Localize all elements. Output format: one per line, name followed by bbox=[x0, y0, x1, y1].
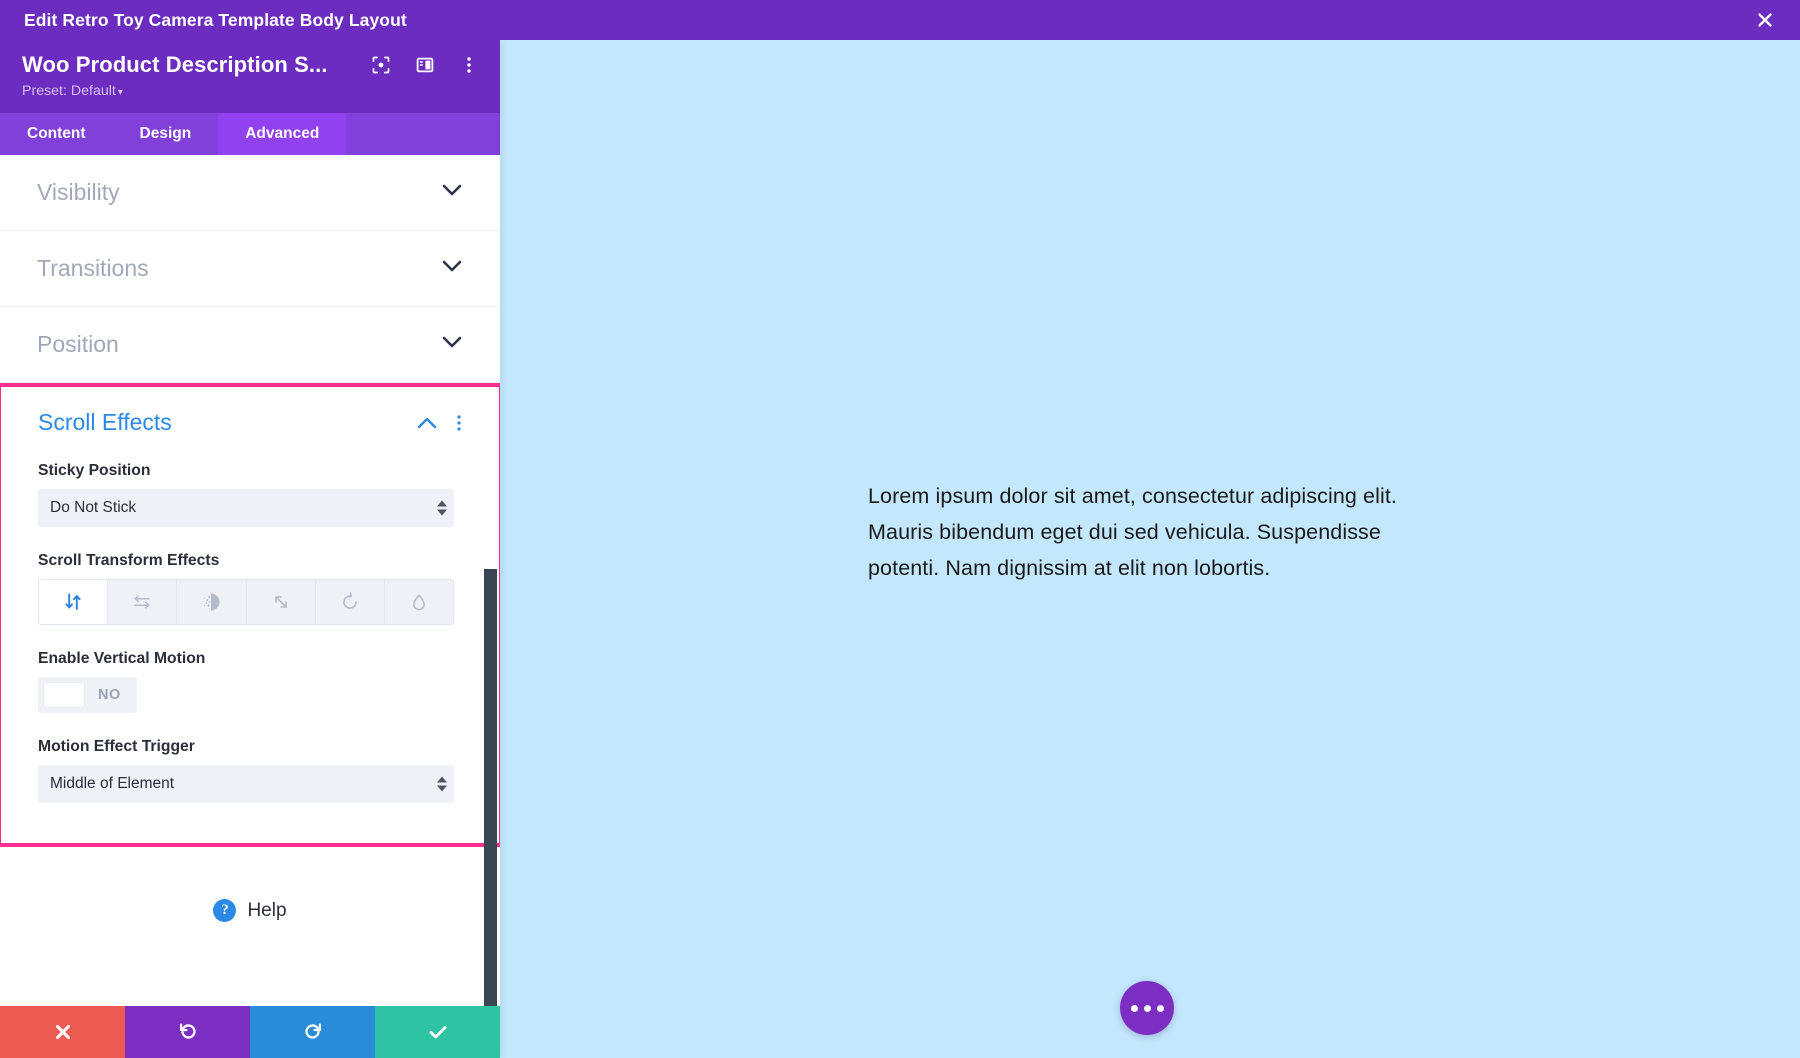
ellipsis-icon-dot bbox=[1156, 1004, 1164, 1012]
sticky-position-value: Do Not Stick bbox=[50, 499, 137, 516]
rotate-icon[interactable] bbox=[315, 579, 385, 625]
tab-design[interactable]: Design bbox=[113, 113, 219, 155]
close-icon[interactable] bbox=[1752, 7, 1778, 33]
help-label: Help bbox=[247, 899, 287, 921]
preset-label: Preset: Default bbox=[22, 83, 116, 99]
vertical-dots-icon[interactable] bbox=[458, 54, 480, 76]
vertical-dots-icon[interactable] bbox=[456, 413, 462, 433]
tab-advanced[interactable]: Advanced bbox=[218, 113, 347, 155]
layout-panel-icon[interactable] bbox=[414, 54, 436, 76]
ellipsis-icon-dot bbox=[1130, 1004, 1138, 1012]
window-title: Edit Retro Toy Camera Template Body Layo… bbox=[24, 9, 407, 30]
focus-target-icon[interactable] bbox=[370, 54, 392, 76]
motion-effect-trigger-label: Motion Effect Trigger bbox=[38, 738, 195, 755]
scroll-transform-effects-group bbox=[38, 579, 455, 625]
page-settings-fab[interactable] bbox=[1120, 981, 1174, 1035]
accordion-transitions[interactable]: Transitions bbox=[0, 231, 500, 307]
help-button[interactable]: ? Help bbox=[213, 899, 287, 922]
chevron-down-icon bbox=[441, 259, 463, 278]
accordion-label: Position bbox=[37, 331, 119, 357]
sticky-position-label: Sticky Position bbox=[38, 462, 151, 479]
field-enable-vertical-motion: Enable Vertical Motion NO bbox=[38, 650, 462, 713]
chevron-down-icon bbox=[441, 335, 463, 354]
toggle-state-label: NO bbox=[98, 687, 121, 703]
help-section: ? Help bbox=[0, 847, 500, 972]
ellipsis-icon-dot bbox=[1143, 1004, 1151, 1012]
redo-button[interactable] bbox=[250, 1006, 375, 1058]
vertical-motion-icon[interactable] bbox=[38, 579, 109, 625]
motion-effect-trigger-value: Middle of Element bbox=[50, 775, 175, 792]
scroll-effects-title: Scroll Effects bbox=[38, 409, 172, 435]
accordion-position[interactable]: Position bbox=[0, 307, 500, 383]
module-settings-panel: Woo Product Description S... Preset: Def… bbox=[0, 40, 500, 1058]
divi-builder-root: Lorem ipsum dolor sit amet, consectetur … bbox=[0, 0, 1800, 1058]
preset-selector[interactable]: Preset: Default ▾ bbox=[22, 83, 123, 99]
chevron-up-icon[interactable] bbox=[416, 416, 438, 430]
blur-icon[interactable] bbox=[384, 579, 455, 625]
settings-footer bbox=[0, 1006, 500, 1058]
window-title-bar: Edit Retro Toy Camera Template Body Layo… bbox=[0, 0, 1800, 40]
undo-button[interactable] bbox=[125, 1006, 250, 1058]
sticky-position-select[interactable]: Do Not Stick bbox=[38, 489, 454, 527]
field-motion-effect-trigger: Motion Effect Trigger Middle of Element bbox=[38, 738, 462, 803]
fade-icon[interactable] bbox=[177, 579, 247, 625]
chevron-down-icon: ▾ bbox=[117, 87, 123, 98]
motion-effect-trigger-select[interactable]: Middle of Element bbox=[38, 765, 454, 803]
product-description-text: Lorem ipsum dolor sit amet, consectetur … bbox=[868, 484, 1398, 580]
enable-vertical-motion-toggle[interactable]: NO bbox=[38, 677, 137, 713]
accordion-label: Visibility bbox=[37, 179, 120, 205]
module-settings-header: Woo Product Description S... Preset: Def… bbox=[0, 40, 500, 113]
chevron-down-icon bbox=[441, 183, 463, 202]
accordion-label: Transitions bbox=[37, 255, 149, 281]
settings-scroll-area: Visibility Transitions Position Scroll E… bbox=[0, 155, 500, 1006]
save-button[interactable] bbox=[375, 1006, 500, 1058]
scale-icon[interactable] bbox=[246, 579, 316, 625]
tab-content[interactable]: Content bbox=[0, 113, 113, 155]
module-title: Woo Product Description S... bbox=[22, 52, 328, 77]
scroll-transform-effects-label: Scroll Transform Effects bbox=[38, 552, 220, 569]
panel-scrollbar-thumb[interactable] bbox=[484, 569, 497, 1006]
cancel-button[interactable] bbox=[0, 1006, 125, 1058]
accordion-visibility[interactable]: Visibility bbox=[0, 155, 500, 231]
question-mark-icon: ? bbox=[213, 899, 237, 922]
horizontal-motion-icon[interactable] bbox=[108, 579, 178, 625]
field-scroll-transform-effects: Scroll Transform Effects bbox=[38, 552, 462, 625]
toggle-knob bbox=[43, 682, 85, 708]
enable-vertical-motion-label: Enable Vertical Motion bbox=[38, 650, 206, 667]
field-sticky-position: Sticky Position Do Not Stick bbox=[38, 462, 462, 527]
settings-tabs: Content Design Advanced bbox=[0, 113, 500, 155]
accordion-scroll-effects: Scroll Effects Sticky Position Do Not St… bbox=[0, 383, 500, 847]
